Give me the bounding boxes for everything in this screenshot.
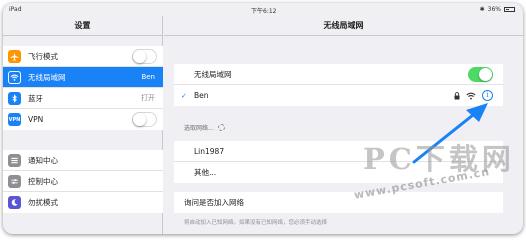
sidebar-item-control-center[interactable]: 控制中心: [3, 171, 163, 192]
sidebar-item-airplane-mode[interactable]: 飞行模式: [3, 46, 163, 67]
ipad-screen: iPad 下午6:12 ✱ 36% 设置 飞行模式 无线局域网 Ben 蓝牙 打…: [3, 3, 523, 234]
wifi-settings-panel: 无线局域网 无线局域网 ✓ Ben i 选取网络... Lin1987 其他..…: [164, 16, 523, 234]
status-bar: iPad 下午6:12 ✱ 36%: [3, 3, 523, 16]
sidebar-group-connectivity: 飞行模式 无线局域网 Ben 蓝牙 打开 VPN VPN: [3, 46, 163, 130]
sidebar-item-label: 飞行模式: [28, 51, 58, 61]
annotation-arrow-icon: [412, 103, 488, 164]
notification-center-icon: [8, 153, 21, 167]
wifi-icon: [8, 70, 21, 84]
sidebar-item-value: Ben: [141, 73, 155, 81]
sidebar-item-notification-center[interactable]: 通知中心: [3, 150, 163, 171]
airplane-mode-toggle[interactable]: [132, 48, 157, 64]
sidebar-item-label: 勿扰模式: [28, 198, 58, 207]
vpn-toggle[interactable]: [132, 112, 157, 127]
do-not-disturb-icon: [8, 196, 21, 209]
settings-sidebar: 设置 飞行模式 无线局域网 Ben 蓝牙 打开 VPN VPN 通知中心 控制中…: [3, 16, 163, 234]
device-label: iPad: [9, 6, 22, 13]
sidebar-item-vpn[interactable]: VPN VPN: [3, 109, 163, 130]
control-center-icon: [8, 174, 21, 188]
bluetooth-status-icon: ✱: [479, 6, 485, 13]
sidebar-title: 设置: [74, 21, 91, 30]
sidebar-item-do-not-disturb[interactable]: 勿扰模式: [3, 192, 163, 213]
battery-icon: [504, 7, 515, 12]
status-time: 下午6:12: [251, 8, 277, 15]
vpn-icon: VPN: [8, 113, 21, 126]
sidebar-item-bluetooth[interactable]: 蓝牙 打开: [3, 88, 163, 109]
sidebar-item-label: 通知中心: [28, 155, 58, 165]
sidebar-item-value: 打开: [141, 94, 155, 102]
sidebar-item-wifi[interactable]: 无线局域网 Ben: [3, 67, 163, 88]
sidebar-item-label: VPN: [28, 115, 44, 124]
battery-percent: 36%: [487, 6, 501, 13]
sidebar-item-label: 控制中心: [28, 176, 58, 186]
sidebar-group-system: 通知中心 控制中心 勿扰模式: [3, 150, 163, 213]
bluetooth-icon: [8, 91, 21, 105]
airplane-icon: [8, 49, 21, 63]
sidebar-item-label: 蓝牙: [28, 93, 43, 103]
watermark-title: PC下载网: [363, 142, 515, 176]
divider: [3, 35, 162, 36]
sidebar-item-label: 无线局域网: [28, 72, 66, 82]
